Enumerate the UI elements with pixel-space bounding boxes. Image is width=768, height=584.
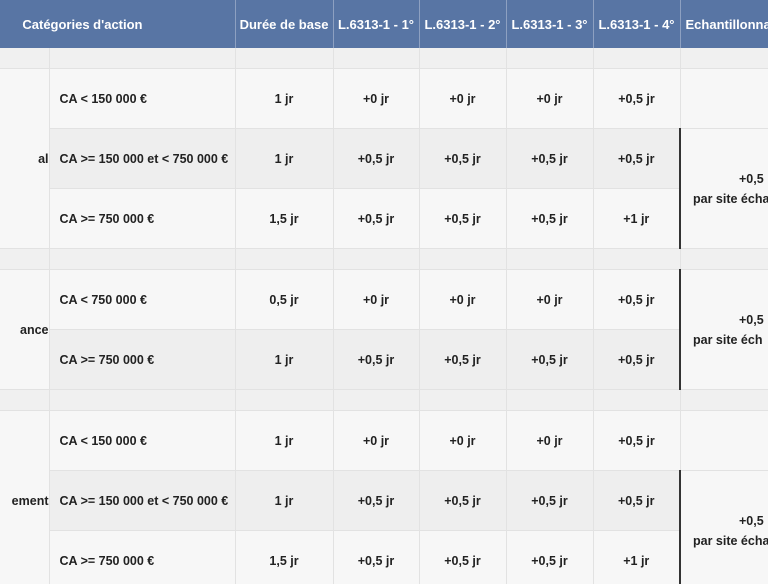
table-row: al CA < 150 000 € 1 jr +0 jr +0 jr +0 jr…	[0, 68, 768, 249]
l2-value: +0 jr	[419, 269, 507, 330]
l3-value: +0 jr	[506, 410, 594, 471]
l2-value: +0,5 jr	[419, 128, 507, 189]
l1-value: +0,5 jr	[333, 128, 420, 189]
table-row: CA >= 750 000 € 1 jr +0,5 jr +0,5 jr +0,…	[0, 329, 768, 390]
l3-value: +0,5 jr	[506, 530, 594, 584]
table-row: ance CA < 750 000 € 0,5 jr +0 jr +0 jr +…	[0, 269, 768, 390]
header-base-duration[interactable]: Durée de base	[235, 0, 334, 48]
l3-value: +0,5 jr	[506, 128, 594, 189]
duration-table-view: Catégories d'action Durée de base L.6313…	[0, 0, 768, 584]
revenue-range: CA < 750 000 €	[49, 269, 236, 330]
base-duration: 0,5 jr	[235, 269, 334, 330]
separator-row	[0, 48, 768, 69]
group-label: ance	[0, 269, 50, 390]
l1-value: +0,5 jr	[333, 530, 420, 584]
group-label: al	[0, 68, 50, 249]
header-l6313-4[interactable]: L.6313-1 - 4°	[593, 0, 681, 48]
l3-value: +0 jr	[506, 68, 594, 129]
revenue-range: CA < 150 000 €	[49, 68, 236, 129]
sampling-note: par site écha	[693, 533, 768, 548]
group-label: ement	[0, 410, 50, 584]
l1-value: +0,5 jr	[333, 470, 420, 531]
l1-value: +0 jr	[333, 68, 420, 129]
sampling-cell: +0,5 par site écha	[679, 128, 768, 249]
separator-row	[0, 248, 768, 270]
l2-value: +0,5 jr	[419, 188, 507, 249]
duration-table: Catégories d'action Durée de base L.6313…	[0, 0, 768, 584]
table-row: CA >= 750 000 € 1,5 jr +0,5 jr +0,5 jr +…	[0, 530, 768, 584]
base-duration: 1 jr	[235, 128, 334, 189]
l3-value: +0,5 jr	[506, 329, 594, 390]
l4-value: +0,5 jr	[593, 470, 681, 531]
l1-value: +0 jr	[333, 269, 420, 330]
sampling-empty	[680, 410, 768, 471]
base-duration: 1 jr	[235, 329, 334, 390]
base-duration: 1 jr	[235, 68, 334, 129]
l3-value: +0 jr	[506, 269, 594, 330]
base-duration: 1,5 jr	[235, 188, 334, 249]
sampling-value: +0,5	[739, 171, 764, 186]
revenue-range: CA >= 750 000 €	[49, 530, 236, 584]
l4-value: +1 jr	[593, 188, 681, 249]
sampling-value: +0,5	[739, 312, 764, 327]
header-l6313-3[interactable]: L.6313-1 - 3°	[506, 0, 594, 48]
l2-value: +0 jr	[419, 68, 507, 129]
revenue-range: CA >= 750 000 €	[49, 188, 236, 249]
sampling-empty	[680, 68, 768, 129]
table-row: CA >= 150 000 et < 750 000 € 1 jr +0,5 j…	[0, 128, 768, 249]
l2-value: +0 jr	[419, 410, 507, 471]
header-sampling[interactable]: Echantillonna	[680, 0, 768, 48]
l3-value: +0,5 jr	[506, 188, 594, 249]
base-duration: 1,5 jr	[235, 530, 334, 584]
sampling-value: +0,5	[739, 513, 764, 528]
sampling-cell: +0,5 par site écha	[679, 470, 768, 584]
l1-value: +0 jr	[333, 410, 420, 471]
header-l6313-2[interactable]: L.6313-1 - 2°	[419, 0, 507, 48]
l2-value: +0,5 jr	[419, 530, 507, 584]
header-row: Catégories d'action Durée de base L.6313…	[0, 0, 768, 48]
revenue-range: CA >= 150 000 et < 750 000 €	[49, 470, 236, 531]
l1-value: +0,5 jr	[333, 329, 420, 390]
l4-value: +1 jr	[593, 530, 681, 584]
sampling-note: par site éch	[693, 332, 763, 347]
table-row: CA >= 750 000 € 1,5 jr +0,5 jr +0,5 jr +…	[0, 188, 768, 249]
revenue-range: CA >= 750 000 €	[49, 329, 236, 390]
table-row: CA >= 150 000 et < 750 000 € 1 jr +0,5 j…	[0, 470, 768, 584]
l4-value: +0,5 jr	[593, 269, 681, 330]
revenue-range: CA >= 150 000 et < 750 000 €	[49, 128, 236, 189]
l2-value: +0,5 jr	[419, 470, 507, 531]
l4-value: +0,5 jr	[593, 410, 681, 471]
l1-value: +0,5 jr	[333, 188, 420, 249]
header-categories[interactable]: Catégories d'action	[0, 0, 236, 48]
l3-value: +0,5 jr	[506, 470, 594, 531]
table-row: ement CA < 150 000 € 1 jr +0 jr +0 jr +0…	[0, 410, 768, 584]
l4-value: +0,5 jr	[593, 128, 681, 189]
l2-value: +0,5 jr	[419, 329, 507, 390]
sampling-note: par site écha	[693, 191, 768, 206]
base-duration: 1 jr	[235, 470, 334, 531]
l4-value: +0,5 jr	[593, 68, 681, 129]
sampling-cell: +0,5 par site éch	[679, 269, 768, 390]
header-l6313-1[interactable]: L.6313-1 - 1°	[333, 0, 420, 48]
separator-row	[0, 389, 768, 411]
base-duration: 1 jr	[235, 410, 334, 471]
l4-value: +0,5 jr	[593, 329, 681, 390]
revenue-range: CA < 150 000 €	[49, 410, 236, 471]
